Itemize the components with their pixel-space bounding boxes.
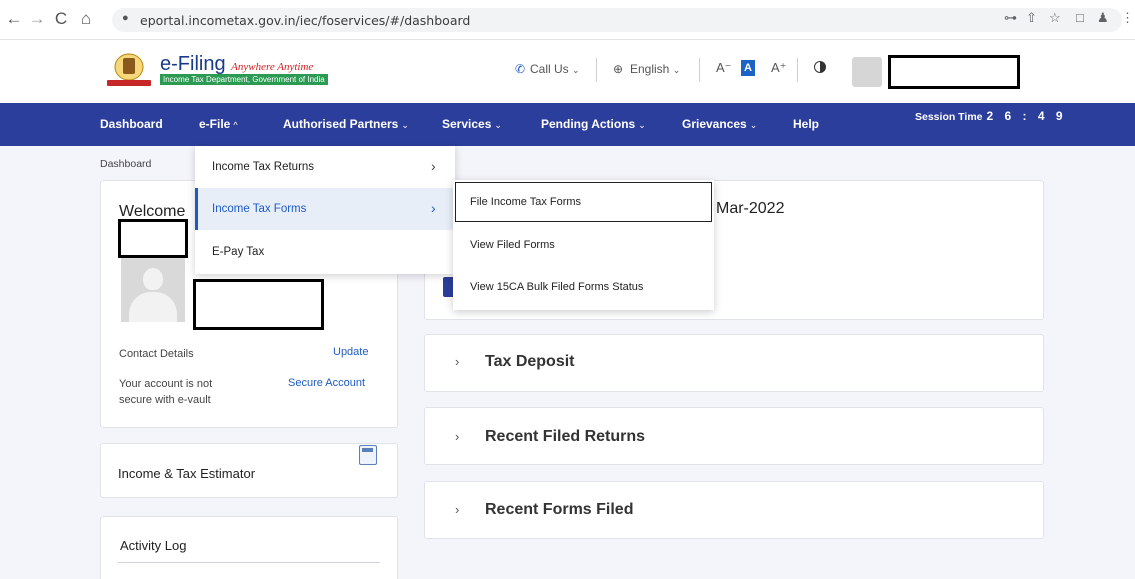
contact-details-label: Contact Details — [119, 348, 194, 360]
update-link[interactable]: Update — [333, 346, 368, 358]
breadcrumb[interactable]: Dashboard — [100, 158, 151, 170]
chevron-down-icon: ⌄ — [638, 120, 646, 130]
nav-dashboard-label: Dashboard — [100, 117, 163, 131]
menu-item-income-tax-returns[interactable]: Income Tax Returns › — [195, 146, 455, 188]
redacted-details — [193, 279, 324, 330]
security-note: Your account is not secure with e-vault — [119, 378, 213, 406]
emblem-logo-icon[interactable] — [103, 52, 155, 88]
key-icon[interactable]: ⊶ — [1004, 10, 1017, 26]
chevron-down-icon: ⌄ — [672, 65, 681, 75]
call-us-button[interactable]: Call Us ⌄ — [530, 62, 580, 76]
activity-log-title: Activity Log — [120, 538, 187, 553]
menu-item-label: Income Tax Returns — [212, 161, 315, 173]
chevron-down-icon: ⌄ — [494, 120, 502, 130]
estimator-label[interactable]: Income & Tax Estimator — [118, 466, 255, 481]
nav-grievances-label: Grievances — [682, 117, 747, 131]
accordion-title: Recent Filed Returns — [485, 428, 646, 445]
header-divider — [596, 58, 597, 82]
header-divider — [699, 58, 700, 82]
summary-date: Mar-2022 — [716, 200, 785, 217]
language-select[interactable]: English ⌄ — [630, 62, 680, 76]
nav-services[interactable]: Services ⌄ — [442, 117, 502, 131]
brand-tagline: Anywhere Anytime — [231, 61, 314, 73]
nav-dashboard[interactable]: Dashboard — [100, 117, 163, 131]
reload-icon[interactable]: C — [51, 9, 71, 29]
menu-item-view-15ca-bulk-status[interactable]: View 15CA Bulk Filed Forms Status — [453, 266, 714, 308]
nav-authorised-partners[interactable]: Authorised Partners ⌄ — [283, 117, 409, 131]
star-icon[interactable]: ☆ — [1049, 10, 1061, 26]
user-avatar[interactable] — [852, 57, 882, 87]
language-label: English — [630, 62, 670, 76]
efile-dropdown-menu: Income Tax Returns › Income Tax Forms › … — [195, 146, 455, 274]
sidepanel-icon[interactable]: □ — [1076, 10, 1084, 25]
browser-toolbar: ← → C ⌂ ● eportal.incometax.gov.in/iec/f… — [0, 0, 1135, 40]
redacted-username — [888, 55, 1020, 89]
url-text[interactable]: eportal.incometax.gov.in/iec/foservices/… — [140, 13, 470, 28]
divider — [118, 562, 380, 563]
profile-icon[interactable]: ♟ — [1097, 10, 1109, 26]
menu-item-income-tax-forms[interactable]: Income Tax Forms › — [195, 188, 455, 230]
accordion-title: Tax Deposit — [485, 353, 575, 370]
chevron-right-icon: › — [455, 429, 460, 444]
chevron-down-icon: ⌄ — [749, 120, 758, 130]
nav-help[interactable]: Help — [793, 117, 819, 131]
session-time: 2 6 : 4 9 — [986, 109, 1067, 123]
header-divider — [797, 58, 798, 82]
menu-item-label: File Income Tax Forms — [470, 196, 582, 208]
forward-icon[interactable]: → — [27, 9, 47, 29]
session-label: Session Time — [915, 111, 983, 123]
font-decrease-button[interactable]: A⁻ — [716, 60, 732, 76]
chevron-right-icon: › — [455, 502, 460, 517]
nav-pending-actions[interactable]: Pending Actions ⌄ — [541, 117, 646, 131]
chevron-right-icon: › — [431, 158, 436, 174]
main-nav: Dashboard e-File ^ Authorised Partners ⌄ S… — [0, 103, 1135, 146]
redacted-name — [118, 219, 188, 258]
menu-icon[interactable]: ⋮ — [1121, 10, 1134, 26]
address-bar[interactable]: ● eportal.incometax.gov.in/iec/foservice… — [112, 8, 1122, 32]
chevron-right-icon: › — [431, 200, 436, 216]
back-icon[interactable]: ← — [4, 9, 24, 29]
font-default-button[interactable]: A — [741, 60, 755, 76]
session-timer: Session Time 2 6 : 4 9 — [915, 109, 1067, 123]
globe-icon: ⊕ — [613, 62, 624, 76]
menu-item-label: E-Pay Tax — [212, 246, 265, 258]
menu-item-label: Income Tax Forms — [212, 203, 307, 215]
nav-authorised-partners-label: Authorised Partners — [283, 117, 399, 131]
accordion-title: Recent Forms Filed — [485, 501, 634, 518]
income-tax-forms-submenu: File Income Tax Forms View Filed Forms V… — [453, 180, 714, 310]
font-increase-button[interactable]: A⁺ — [771, 60, 787, 76]
chevron-up-icon: ^ — [233, 120, 238, 130]
nav-pending-actions-label: Pending Actions — [541, 117, 636, 131]
avatar-head — [143, 268, 163, 290]
chevron-down-icon: ⌄ — [401, 120, 409, 130]
menu-item-label: View 15CA Bulk Filed Forms Status — [470, 281, 644, 293]
menu-item-label: View Filed Forms — [470, 239, 555, 251]
chevron-down-icon: ⌄ — [572, 65, 580, 75]
brand-subtitle: Income Tax Department, Government of Ind… — [160, 74, 328, 85]
avatar — [121, 258, 185, 322]
nav-help-label: Help — [793, 117, 820, 131]
chevron-right-icon: › — [455, 354, 460, 369]
home-icon[interactable]: ⌂ — [76, 9, 96, 29]
secure-account-link[interactable]: Secure Account — [288, 377, 365, 389]
menu-item-file-income-tax-forms[interactable]: File Income Tax Forms — [455, 182, 712, 222]
share-icon[interactable]: ⇧ — [1026, 10, 1037, 26]
phone-icon: ✆ — [515, 62, 526, 76]
site-header: e-Filing Anywhere Anytime Income Tax Dep… — [0, 40, 1135, 103]
menu-item-e-pay-tax[interactable]: E-Pay Tax — [195, 231, 455, 273]
menu-item-view-filed-forms[interactable]: View Filed Forms — [453, 224, 714, 266]
call-us-label: Call Us — [530, 62, 569, 76]
nav-grievances[interactable]: Grievances ⌄ — [682, 117, 757, 131]
lock-icon[interactable]: ● — [122, 12, 129, 24]
calculator-icon[interactable] — [359, 445, 377, 465]
brand-title[interactable]: e-Filing Anywhere Anytime — [160, 53, 313, 76]
avatar-body — [129, 292, 177, 322]
brand-main: e-Filing — [160, 53, 226, 75]
nav-efile[interactable]: e-File ^ — [199, 117, 238, 131]
contrast-toggle-icon[interactable] — [814, 61, 826, 73]
nav-services-label: Services — [442, 117, 492, 131]
nav-efile-label: e-File — [199, 117, 231, 131]
